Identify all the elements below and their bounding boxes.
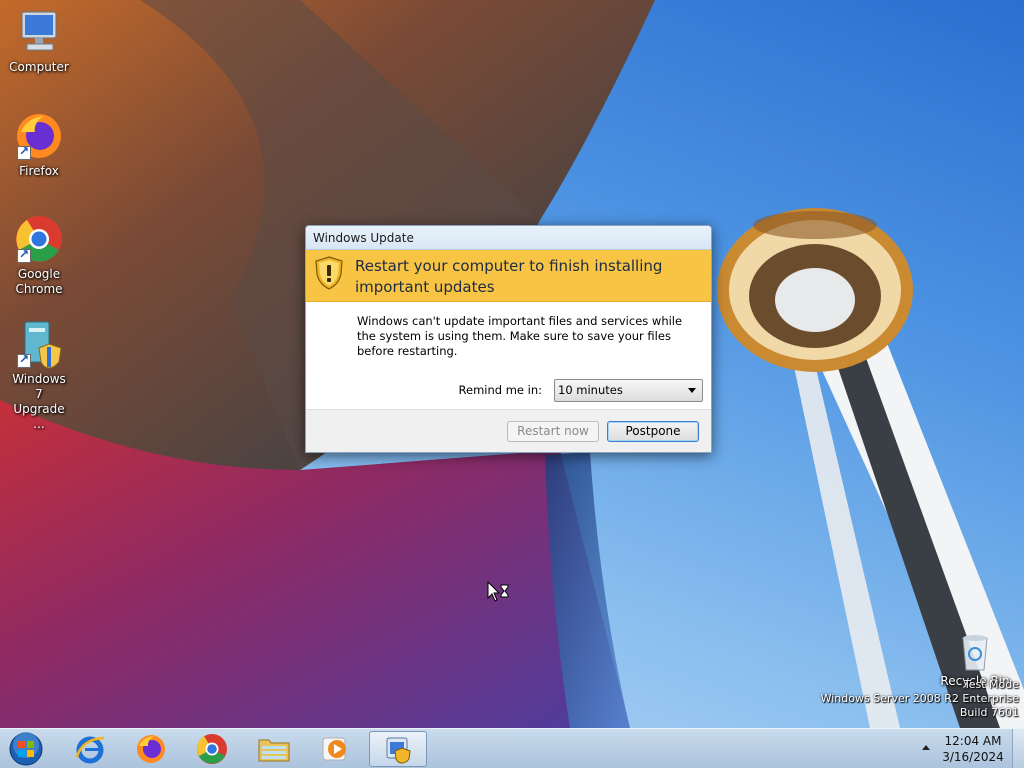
restart-now-button[interactable]: Restart now [507, 420, 599, 442]
media-player-icon [322, 737, 346, 761]
os-watermark: Test Mode Windows Server 2008 R2 Enterpr… [821, 678, 1019, 720]
desktop-icon-chrome[interactable]: Google Chrome [1, 215, 77, 297]
firefox-icon [13, 112, 65, 162]
taskbar-clock[interactable]: 12:04 AM 3/16/2024 [940, 733, 1006, 765]
internet-explorer-icon [75, 736, 105, 764]
file-explorer-icon [258, 739, 290, 762]
taskbar-media-player[interactable] [306, 731, 364, 767]
remind-interval-select[interactable]: 10 minutes [554, 379, 703, 402]
taskbar-firefox[interactable] [122, 731, 180, 767]
shortcut-arrow-icon [17, 247, 31, 263]
computer-icon [13, 8, 65, 58]
clock-time: 12:04 AM [944, 734, 1002, 748]
postpone-button[interactable]: Postpone [607, 420, 699, 442]
desktop-icon-label: Computer [9, 60, 69, 74]
remind-interval-value: 10 minutes [558, 383, 623, 397]
windows7-upgrade-icon [13, 320, 65, 370]
desktop-icon-firefox[interactable]: Firefox [1, 112, 77, 179]
show-desktop-button[interactable] [1012, 729, 1024, 768]
remind-row: Remind me in: 10 minutes [357, 379, 703, 402]
dialog-banner: Restart your computer to finish installi… [306, 250, 711, 302]
dialog-body: Windows can't update important files and… [306, 302, 711, 402]
dialog-message: Windows can't update important files and… [357, 314, 683, 358]
build-text: Build 7601 [959, 706, 1019, 719]
dialog-titlebar[interactable]: Windows Update [306, 226, 711, 250]
shortcut-arrow-icon [17, 144, 31, 160]
shortcut-arrow-icon [17, 352, 31, 368]
recycle-bin-icon [949, 632, 1001, 672]
chrome-icon [13, 215, 65, 265]
taskbar-file-explorer[interactable] [245, 731, 303, 767]
clock-date: 3/16/2024 [942, 750, 1004, 764]
dialog-headline: Restart your computer to finish installi… [355, 257, 663, 296]
windows-update-icon [386, 737, 411, 764]
dialog-title: Windows Update [313, 231, 414, 245]
desktop-icon-label: Windows 7 Upgrade ... [12, 372, 66, 431]
taskbar-windows-update[interactable] [369, 731, 427, 767]
test-mode-text: Test Mode [963, 678, 1019, 691]
desktop-icon-label: Firefox [19, 164, 59, 178]
os-edition-text: Windows Server 2008 R2 Enterprise [820, 692, 1019, 705]
dialog-footer: Restart now Postpone [306, 409, 711, 452]
start-button[interactable] [6, 731, 46, 767]
firefox-icon [137, 735, 165, 763]
taskbar-internet-explorer[interactable] [61, 731, 119, 767]
show-hidden-icons-arrow[interactable] [922, 745, 930, 750]
security-shield-icon [315, 256, 343, 290]
remind-label: Remind me in: [458, 383, 542, 397]
chevron-down-icon [688, 388, 696, 393]
taskbar: 12:04 AM 3/16/2024 [0, 728, 1024, 768]
taskbar-chrome[interactable] [183, 731, 241, 767]
desktop-icon-windows7-upgrade[interactable]: Windows 7 Upgrade ... [1, 320, 77, 432]
windows-update-dialog: Windows Update Restart your computer to … [305, 225, 712, 453]
desktop-icon-computer[interactable]: Computer [1, 8, 77, 75]
busy-cursor-icon [487, 580, 511, 606]
windows-start-orb-icon [9, 732, 43, 766]
desktop-icon-label: Google Chrome [15, 267, 63, 296]
chrome-icon [197, 734, 227, 764]
